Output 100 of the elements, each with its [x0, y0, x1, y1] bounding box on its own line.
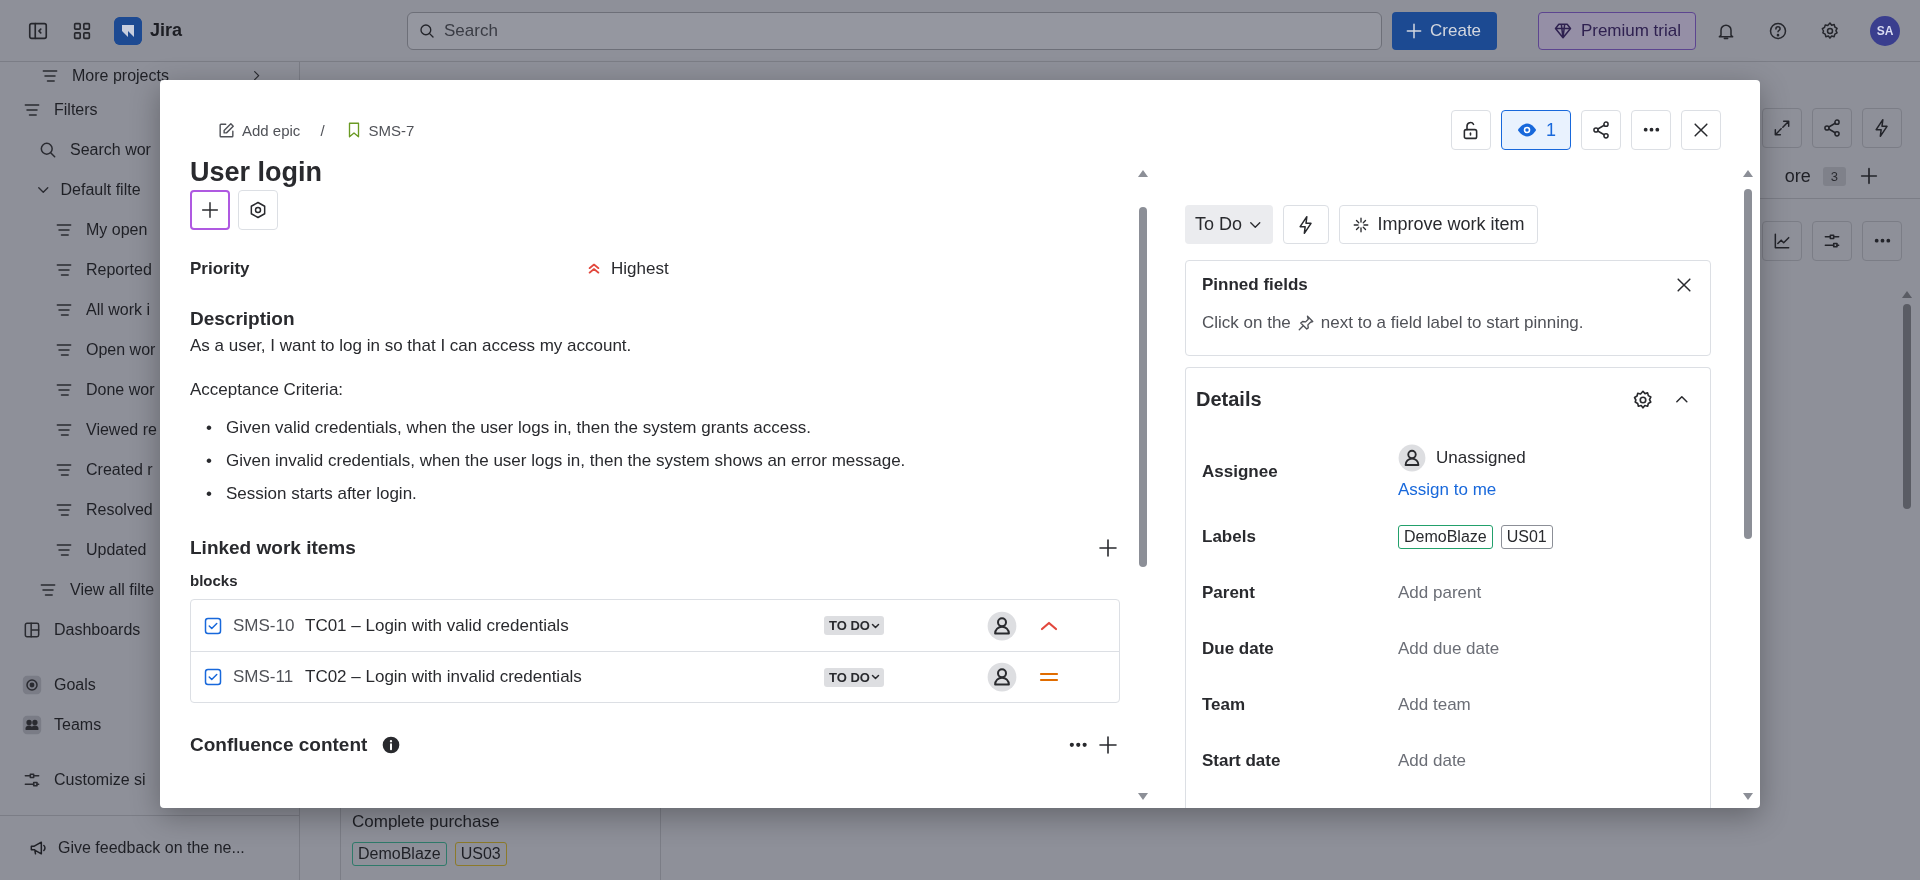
section-heading: Description [190, 308, 296, 330]
sidebar-item[interactable]: Customize si [0, 760, 299, 800]
target-icon [22, 675, 42, 695]
item-key[interactable]: SMS-11 [233, 667, 305, 687]
panel-title: Pinned fields [1202, 275, 1308, 295]
card-title: Complete purchase [352, 812, 501, 832]
field-label: Assignee [1202, 462, 1278, 482]
assign-to-me-link[interactable]: Assign to me [1398, 480, 1497, 500]
dashboard-icon [22, 620, 42, 640]
linked-item-row[interactable]: SMS-10 TC01 – Login with valid credentials TO DO [191, 600, 1119, 651]
label-tag: US03 [454, 842, 507, 866]
panel-title: Details [1196, 388, 1262, 411]
view-settings-button[interactable] [1812, 221, 1852, 261]
sidebar-item[interactable]: More projects [0, 62, 299, 90]
collapse-button[interactable] [1676, 396, 1688, 403]
restrictions-button[interactable] [1451, 110, 1491, 150]
feedback-link[interactable]: Give feedback on the ne... [0, 815, 299, 880]
status-dropdown[interactable]: TO DO [824, 616, 884, 635]
add-button[interactable] [190, 190, 230, 230]
field-value[interactable]: Add due date [1398, 639, 1500, 659]
assignee-field[interactable]: Unassigned [1398, 444, 1526, 472]
breadcrumb-link[interactable]: SMS-7 [342, 121, 417, 139]
share-icon [1822, 118, 1842, 138]
automation-button[interactable] [1862, 108, 1902, 148]
expand-button[interactable] [1762, 108, 1802, 148]
field-value[interactable]: Add parent [1398, 583, 1482, 603]
info-icon [381, 735, 402, 755]
bullet: • [206, 450, 212, 472]
insights-button[interactable] [1762, 221, 1802, 261]
apps-button[interactable] [238, 190, 278, 230]
plus-icon [199, 199, 221, 221]
bullet: • [206, 417, 212, 439]
list-item: Session starts after login. [225, 483, 417, 505]
more-button[interactable] [1069, 743, 1086, 747]
label-tag[interactable]: DemoBlaze [1398, 525, 1493, 549]
field-label: Due date [1202, 639, 1274, 659]
description-text: As a user, I want to log in so that I can access my account. [190, 335, 633, 357]
field-label: Team [1202, 695, 1246, 715]
sidebar-item[interactable]: My open [0, 210, 299, 250]
pin-icon [1296, 314, 1315, 332]
section-heading: Linked work items [190, 537, 356, 559]
add-button[interactable] [1096, 733, 1120, 757]
item-key[interactable]: SMS-10 [233, 615, 305, 636]
create-button[interactable]: Create [1392, 11, 1498, 50]
field-label: Priority [190, 259, 251, 279]
breadcrumb-separator: / [320, 121, 325, 139]
task-icon [203, 667, 223, 687]
chart-icon [1772, 231, 1792, 251]
field-label: Parent [1202, 583, 1255, 603]
breadcrumb-link[interactable]: Add epic [215, 120, 303, 140]
field-label: Labels [1202, 527, 1256, 547]
add-button[interactable] [1858, 165, 1880, 187]
linked-item-row[interactable]: SMS-11 TC02 – Login with invalid credentials TO DO [191, 651, 1119, 702]
app-name: Jira [150, 20, 183, 41]
field-value[interactable]: Add team [1398, 695, 1471, 715]
tab[interactable]: ore [1784, 165, 1811, 187]
bullet: • [206, 483, 212, 505]
list-item: Given valid credentials, when the user logs in, then the system grants access. [225, 417, 811, 439]
search-field[interactable]: Search [407, 11, 1383, 50]
hexagon-icon [248, 200, 268, 220]
chevron-down-icon [1250, 221, 1261, 228]
count-badge: 3 [1822, 166, 1846, 186]
add-link-button[interactable] [1096, 536, 1120, 560]
people-icon [22, 715, 42, 735]
status-dropdown[interactable]: To Do [1185, 205, 1273, 244]
sliders-icon [1822, 231, 1842, 251]
share-icon [1591, 120, 1611, 140]
plus-icon [1858, 165, 1880, 187]
label-tag[interactable]: US01 [1500, 525, 1553, 549]
improve-work-item-button[interactable]: Improve work item [1338, 205, 1538, 244]
field-value[interactable]: Add date [1398, 751, 1467, 771]
task-icon [203, 615, 223, 636]
hint-text: Click on the [1202, 313, 1291, 333]
watch-button[interactable]: 1 [1501, 110, 1571, 150]
help-icon [1768, 20, 1788, 41]
item-summary[interactable]: TC01 – Login with valid credentials [305, 615, 824, 636]
priority-field[interactable]: Highest [565, 259, 669, 279]
section-heading: Confluence content [190, 734, 368, 756]
hint-text: next to a field label to start pinning. [1320, 313, 1584, 333]
link-type-label: blocks [190, 572, 239, 589]
item-summary[interactable]: TC02 – Login with invalid credentials [305, 667, 824, 687]
sparkle-icon [1351, 215, 1370, 234]
share-button[interactable] [1812, 108, 1852, 148]
plus-icon [1096, 733, 1120, 757]
premium-trial-button[interactable]: Premium trial [1537, 11, 1696, 50]
work-item-title[interactable]: User login [190, 156, 1120, 188]
more-icon [1069, 743, 1086, 747]
plus-icon [1096, 536, 1120, 560]
more-icon [1874, 239, 1890, 243]
app-logo-icon [114, 16, 142, 45]
chevron-icon [38, 187, 49, 193]
user-avatar[interactable]: SA [1870, 15, 1900, 46]
avatar-icon [1398, 444, 1426, 472]
settings-icon [1820, 20, 1840, 41]
edit-icon [217, 120, 236, 140]
megaphone-icon [28, 838, 48, 858]
description-text: Acceptance Criteria: [190, 379, 345, 401]
chevron-icon [1676, 396, 1688, 403]
status-dropdown[interactable]: TO DO [824, 667, 884, 687]
search-icon [38, 140, 58, 160]
